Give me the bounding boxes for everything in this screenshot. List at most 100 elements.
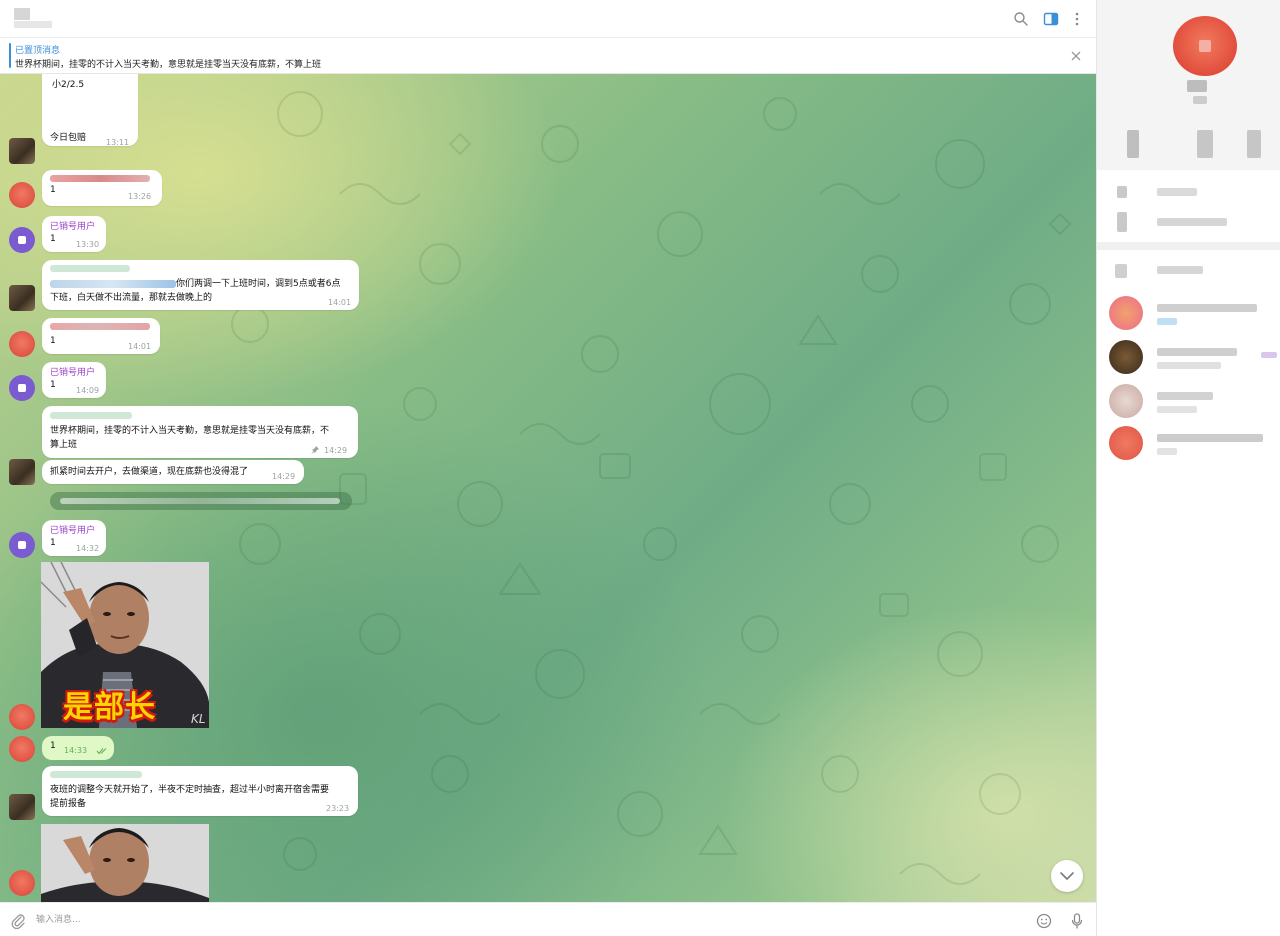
message-bubble[interactable]: 1 14:01 (42, 318, 160, 354)
member-name-blurred[interactable] (1157, 434, 1263, 442)
message-bubble[interactable]: 世界杯期间，挂零的不计入当天考勤，意思就是挂零当天没有底薪，不 算上班 14:2… (42, 406, 358, 458)
avatar[interactable] (9, 138, 35, 164)
meme-photo-drawing (41, 824, 209, 902)
members-icon-blurred (1115, 264, 1127, 278)
avatar[interactable] (9, 459, 35, 485)
message-text: 夜班的调整今天就开始了，半夜不定时抽查，超过半小时离开宿舍需要 (50, 785, 330, 795)
service-text-blurred (60, 498, 340, 504)
info-text-blurred[interactable] (1157, 218, 1227, 226)
message-bubble[interactable]: 已销号用户 1 14:32 (42, 520, 106, 556)
sender-name[interactable]: 已销号用户 (50, 220, 95, 234)
message-text: 你们两调一下上班时间，调到5点或者6点 (176, 279, 341, 289)
action-button-2[interactable] (1197, 130, 1213, 158)
message-text: 1 (50, 741, 56, 751)
message-time: 13:11 (106, 138, 130, 147)
message-bubble-outgoing[interactable]: 1 14:33 (42, 736, 114, 760)
message-input[interactable] (36, 909, 1016, 931)
group-subtitle-blurred (1193, 96, 1207, 104)
double-check-icon (96, 748, 107, 755)
avatar[interactable] (9, 736, 35, 762)
chat-title-blurred[interactable] (14, 8, 30, 20)
message-bubble[interactable]: 抓紧时间去开户，去做渠道，现在底薪也没得混了 14:29 (42, 460, 304, 484)
member-avatar[interactable] (1109, 426, 1143, 460)
scroll-down-button[interactable] (1051, 860, 1083, 892)
avatar[interactable] (9, 375, 35, 401)
member-avatar[interactable] (1109, 384, 1143, 418)
avatar[interactable] (9, 532, 35, 558)
message-bubble[interactable]: 夜班的调整今天就开始了，半夜不定时抽查，超过半小时离开宿舍需要 提前报备 23:… (42, 766, 358, 816)
pinned-message-bar[interactable]: 已置顶消息 世界杯期间，挂零的不计入当天考勤，意思就是挂零当天没有底薪，不算上班 (0, 38, 1096, 74)
avatar[interactable] (9, 285, 35, 311)
message-time: 14:29 (324, 446, 348, 455)
action-button-3[interactable] (1247, 130, 1261, 158)
message-time: 13:30 (76, 240, 100, 249)
message-bubble[interactable]: 小2/2.5 今日包赔 13:11 (42, 74, 138, 147)
sender-name-blurred (50, 412, 132, 419)
action-button-1[interactable] (1127, 130, 1139, 158)
message-text: 1 (50, 380, 56, 390)
member-status-blurred (1157, 406, 1197, 413)
attach-icon[interactable] (9, 912, 27, 930)
message-bubble[interactable]: 1 13:26 (42, 170, 162, 206)
sender-name-blurred (50, 323, 150, 330)
meme-watermark: KL (191, 712, 206, 726)
group-avatar[interactable] (1173, 16, 1237, 76)
member-avatar[interactable] (1109, 340, 1143, 374)
message-text-continued: 提前报备 (50, 799, 87, 809)
pinned-label: 已置顶消息 (15, 46, 61, 56)
member-avatar[interactable] (1109, 296, 1143, 330)
message-text: 1 (50, 234, 56, 244)
close-icon[interactable] (1068, 48, 1084, 64)
more-vertical-icon[interactable] (1068, 10, 1086, 28)
message-time: 23:23 (326, 804, 350, 813)
search-icon[interactable] (1012, 10, 1030, 28)
member-status-blurred (1157, 448, 1177, 455)
chat-subtitle-blurred (14, 21, 52, 28)
message-time: 14:09 (76, 386, 100, 395)
message-time: 14:01 (128, 342, 152, 351)
chat-header (0, 0, 1096, 38)
message-text-continued: 算上班 (50, 440, 78, 450)
message-bubble[interactable]: 你们两调一下上班时间，调到5点或者6点 下班，白天做不出流量，那就去做晚上的 1… (42, 260, 359, 310)
avatar[interactable] (9, 870, 35, 896)
meme-image[interactable] (41, 824, 209, 902)
info-icon-blurred (1117, 212, 1127, 232)
panel-divider (1097, 242, 1280, 250)
pinned-accent-line (9, 43, 11, 68)
avatar[interactable] (9, 182, 35, 208)
message-bubble[interactable]: 已销号用户 1 14:09 (42, 362, 106, 398)
service-message[interactable] (50, 492, 352, 510)
group-info-header (1097, 0, 1280, 170)
avatar[interactable] (9, 794, 35, 820)
message-text: 1 (50, 538, 56, 548)
message-text: 世界杯期间，挂零的不计入当天考勤，意思就是挂零当天没有底薪，不 (50, 426, 330, 436)
group-name-blurred (1187, 80, 1207, 92)
avatar[interactable] (9, 331, 35, 357)
chat-area[interactable]: 小2/2.5 今日包赔 13:11 1 13:26 已销号用户 1 13:30 … (0, 74, 1096, 902)
message-text: 抓紧时间去开户，去做渠道，现在底薪也没得混了 (50, 467, 249, 477)
member-name-blurred[interactable] (1157, 304, 1257, 312)
message-text: 今日包赔 (50, 133, 87, 143)
avatar[interactable] (9, 227, 35, 253)
sender-name[interactable]: 已销号用户 (50, 366, 95, 380)
mention-blurred[interactable] (50, 280, 176, 288)
avatar[interactable] (9, 704, 35, 730)
member-name-blurred[interactable] (1157, 392, 1213, 400)
member-name-blurred[interactable] (1157, 348, 1237, 356)
microphone-icon[interactable] (1068, 912, 1086, 930)
meme-image[interactable]: 是部长 KL (41, 562, 209, 728)
emoji-icon[interactable] (1035, 912, 1053, 930)
message-text-continued: 下班，白天做不出流量，那就去做晚上的 (50, 293, 213, 303)
info-text-blurred[interactable] (1157, 188, 1197, 196)
message-text: 小2/2.5 (52, 80, 85, 90)
chevron-down-icon (1060, 872, 1074, 880)
message-time: 14:32 (76, 544, 100, 553)
member-role-blurred (1261, 352, 1277, 358)
members-header-blurred[interactable] (1157, 266, 1203, 274)
message-bubble[interactable]: 已销号用户 1 13:30 (42, 216, 106, 252)
member-status-blurred (1157, 362, 1221, 369)
sender-name[interactable]: 已销号用户 (50, 524, 95, 538)
meme-caption: 是部长 (63, 690, 156, 725)
sidebar-toggle-icon[interactable] (1042, 10, 1060, 28)
group-avatar-mark (1199, 40, 1211, 52)
